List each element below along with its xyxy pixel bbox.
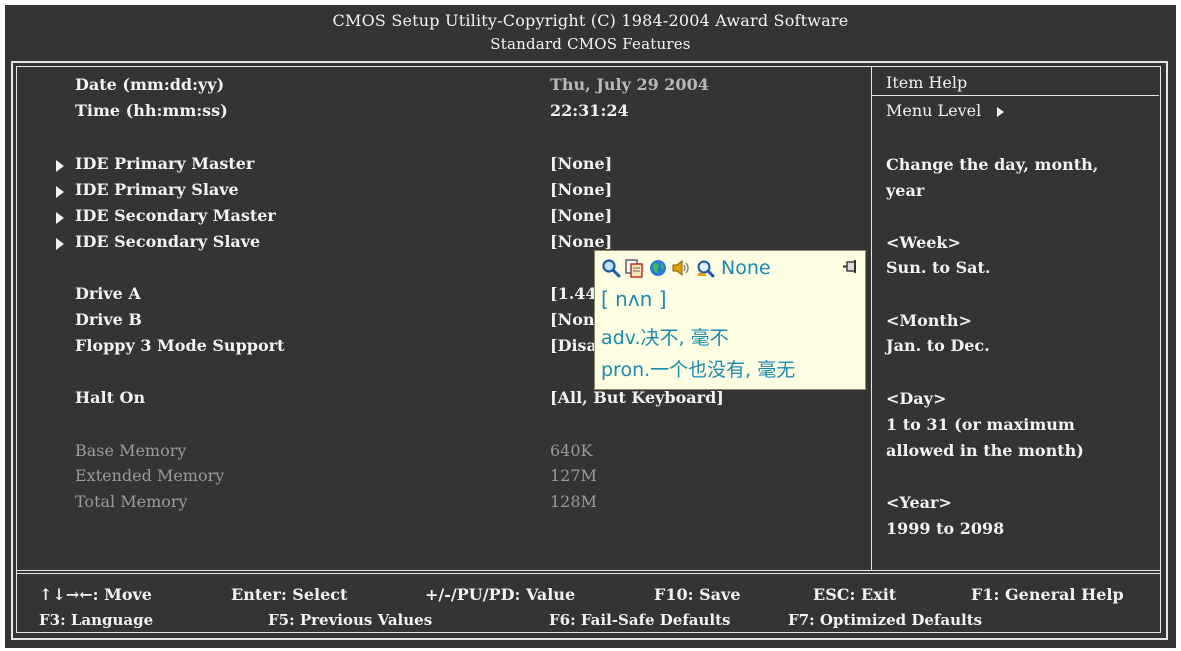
popup-phonetic: [ nʌn ]	[601, 287, 667, 311]
drive-a-value[interactable]: [1.44	[550, 284, 597, 303]
footer-previous-values: F5: Previous Values	[268, 611, 433, 629]
help-month-heading: <Month>	[886, 311, 972, 330]
item-help-title: Item Help	[886, 73, 968, 92]
ide-secondary-master-value[interactable]: [None]	[550, 206, 612, 225]
time-label: Time (hh:mm:ss)	[75, 101, 228, 120]
bios-screen: CMOS Setup Utility-Copyright (C) 1984-20…	[5, 5, 1176, 648]
submenu-arrow-icon	[56, 160, 64, 172]
time-value[interactable]: 22:31:24	[550, 101, 629, 120]
help-day-heading: <Day>	[886, 389, 947, 408]
footer-move: ↑↓→←: Move	[39, 585, 152, 604]
submenu-arrow-icon	[56, 186, 64, 198]
header-title: CMOS Setup Utility-Copyright (C) 1984-20…	[332, 11, 849, 30]
extended-memory-value: 127M	[550, 466, 597, 485]
submenu-arrow-icon	[56, 238, 64, 250]
total-memory-label: Total Memory	[75, 492, 188, 511]
date-label: Date (mm:dd:yy)	[75, 75, 225, 94]
menu-level-arrow-icon	[997, 107, 1004, 117]
footer-help: F1: General Help	[971, 585, 1124, 604]
popup-definition-adv: adv.决不, 毫不	[601, 327, 729, 349]
drive-b-value[interactable]: [Non	[550, 310, 595, 329]
footer-optimized-defaults: F7: Optimized Defaults	[788, 611, 983, 629]
ide-primary-slave-label[interactable]: IDE Primary Slave	[75, 180, 239, 199]
help-line1: Change the day, month,	[886, 155, 1099, 174]
copy-icon[interactable]	[624, 258, 644, 278]
footer-save: F10: Save	[654, 585, 741, 604]
base-memory-value: 640K	[550, 441, 593, 460]
ide-primary-master-label[interactable]: IDE Primary Master	[75, 154, 254, 173]
total-memory-value: 128M	[550, 492, 597, 511]
menu-level-label: Menu Level	[886, 101, 982, 120]
help-week-range: Sun. to Sat.	[886, 258, 991, 277]
halt-on-label: Halt On	[75, 388, 146, 407]
globe-icon[interactable]	[648, 258, 668, 278]
help-year-range: 1999 to 2098	[886, 519, 1005, 538]
help-day-range-1: 1 to 31 (or maximum	[886, 415, 1075, 434]
header-subtitle: Standard CMOS Features	[490, 35, 691, 53]
floppy-3-mode-label: Floppy 3 Mode Support	[75, 336, 285, 355]
help-divider	[871, 67, 872, 570]
base-memory-label: Base Memory	[75, 441, 187, 460]
ide-primary-slave-value[interactable]: [None]	[550, 180, 612, 199]
lookup-icon[interactable]	[695, 258, 715, 278]
footer-divider	[16, 570, 1160, 571]
floppy-3-mode-value[interactable]: [Disa	[550, 336, 597, 355]
drive-b-label: Drive B	[75, 310, 142, 329]
popup-definition-pron: pron.一个也没有, 毫无	[601, 359, 796, 381]
extended-memory-label: Extended Memory	[75, 466, 225, 485]
search-icon[interactable]	[601, 258, 621, 278]
help-title-divider	[871, 95, 1159, 96]
help-day-range-2: allowed in the month)	[886, 441, 1084, 460]
date-value[interactable]: Thu, July 29 2004	[550, 75, 709, 94]
speaker-icon[interactable]	[671, 258, 691, 278]
footer-enter: Enter: Select	[231, 585, 348, 604]
drive-a-label: Drive A	[75, 284, 141, 303]
footer-value: +/-/PU/PD: Value	[425, 585, 576, 604]
ide-primary-master-value[interactable]: [None]	[550, 154, 612, 173]
footer-divider-2	[16, 573, 1160, 574]
ide-secondary-master-label[interactable]: IDE Secondary Master	[75, 206, 276, 225]
pin-icon[interactable]	[841, 257, 861, 277]
footer-language: F3: Language	[39, 611, 154, 629]
footer-exit: ESC: Exit	[813, 585, 897, 604]
help-week-heading: <Week>	[886, 233, 961, 252]
halt-on-value[interactable]: [All, But Keyboard]	[550, 388, 724, 407]
help-year-heading: <Year>	[886, 493, 952, 512]
popup-word: None	[721, 257, 771, 279]
dictionary-popup: None [ nʌn ] adv.决不, 毫不 pron.一个也没有, 毫无	[594, 250, 866, 390]
footer-failsafe-defaults: F6: Fail-Safe Defaults	[549, 611, 731, 629]
help-month-range: Jan. to Dec.	[886, 336, 990, 355]
submenu-arrow-icon	[56, 212, 64, 224]
ide-secondary-slave-value[interactable]: [None]	[550, 232, 612, 251]
ide-secondary-slave-label[interactable]: IDE Secondary Slave	[75, 232, 260, 251]
help-line2: year	[886, 181, 925, 200]
